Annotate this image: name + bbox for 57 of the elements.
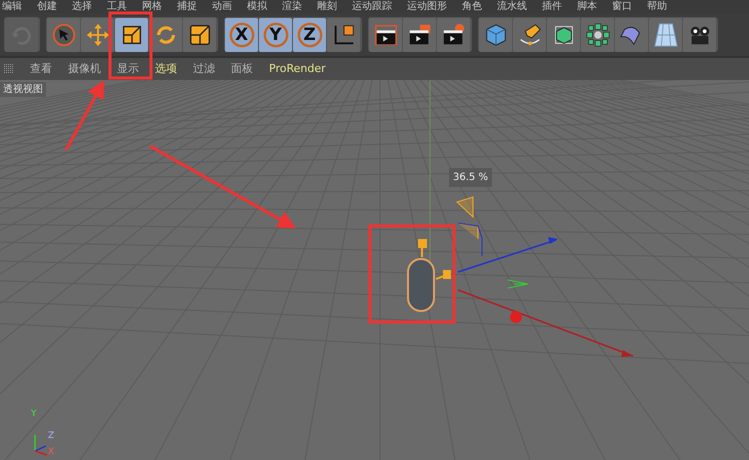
menu-item[interactable]: 窗口 bbox=[612, 0, 632, 13]
move-icon bbox=[84, 22, 110, 48]
toolbar-button[interactable] bbox=[547, 18, 580, 52]
toolbar-button[interactable] bbox=[115, 18, 148, 52]
menu-item[interactable]: 角色 bbox=[462, 0, 482, 13]
menu-item[interactable]: 捕捉 bbox=[177, 0, 197, 13]
toolbar-button[interactable]: Z bbox=[293, 18, 326, 52]
floor-grid-icon bbox=[652, 22, 678, 48]
scale-handle[interactable] bbox=[436, 270, 451, 280]
annotation-arrow bbox=[64, 80, 104, 151]
toolbar-button[interactable] bbox=[479, 18, 512, 52]
menu-item[interactable]: 网格 bbox=[142, 0, 162, 13]
menu-item[interactable]: 运动图形 bbox=[407, 0, 447, 13]
clapperboard-icon bbox=[372, 22, 398, 48]
menu-item[interactable]: 运动跟踪 bbox=[352, 0, 392, 13]
menu-item[interactable]: 渲染 bbox=[282, 0, 302, 13]
menu-item[interactable]: 模拟 bbox=[247, 0, 267, 13]
toolbar-button[interactable] bbox=[327, 18, 360, 52]
menu-item[interactable]: 插件 bbox=[542, 0, 562, 13]
menu-item[interactable]: 脚本 bbox=[577, 0, 597, 13]
menu-item[interactable]: 工具 bbox=[107, 0, 127, 13]
viewport-menu-item[interactable]: 面板 bbox=[231, 60, 253, 78]
menu-item[interactable]: 编辑 bbox=[2, 0, 22, 13]
viewport-menu-item[interactable]: 过滤 bbox=[193, 60, 215, 78]
y-axis-marker-icon bbox=[508, 280, 528, 288]
viewport-menu-item[interactable]: 摄像机 bbox=[68, 60, 101, 78]
viewport-menu-item[interactable]: 显示 bbox=[117, 60, 139, 78]
menu-item[interactable]: 选择 bbox=[72, 0, 92, 13]
toolbar-button[interactable] bbox=[581, 18, 614, 52]
axis-label: X bbox=[48, 448, 54, 457]
viewport-menu-item[interactable]: 查看 bbox=[30, 60, 52, 78]
toolbar-button[interactable] bbox=[513, 18, 546, 52]
annotation-frame bbox=[108, 12, 152, 80]
menu-item[interactable]: 流水线 bbox=[497, 0, 527, 13]
toolbar-button[interactable] bbox=[437, 18, 470, 52]
toolbar-button[interactable] bbox=[403, 18, 436, 52]
cloner-icon bbox=[584, 22, 610, 48]
menu-item[interactable]: 动画 bbox=[212, 0, 232, 13]
menu-item[interactable]: 雕刻 bbox=[317, 0, 337, 13]
toolbar-button[interactable] bbox=[183, 18, 216, 52]
grip-icon bbox=[4, 64, 14, 74]
scale-readout: 36.5 % bbox=[449, 168, 492, 187]
view-axes-icon bbox=[34, 435, 48, 456]
menu-item[interactable]: 帮助 bbox=[647, 0, 667, 13]
cursor-icon bbox=[50, 22, 76, 48]
camera-frustum-drawing bbox=[456, 196, 482, 256]
capsule-object bbox=[407, 258, 435, 312]
viewport-menu-item[interactable]: 选项 bbox=[155, 60, 177, 78]
toolbar-button[interactable] bbox=[369, 18, 402, 52]
scale-handle[interactable] bbox=[418, 239, 427, 257]
viewport-menu-item[interactable]: ProRender bbox=[269, 60, 326, 78]
axis-label: Y bbox=[31, 410, 36, 419]
toolbar-button[interactable]: Y bbox=[259, 18, 292, 52]
viewport-title: 透视视图 bbox=[0, 82, 46, 97]
menu-item[interactable]: 创建 bbox=[37, 0, 57, 13]
toolbar-button[interactable]: X bbox=[225, 18, 258, 52]
axis-label: Z bbox=[48, 432, 54, 441]
